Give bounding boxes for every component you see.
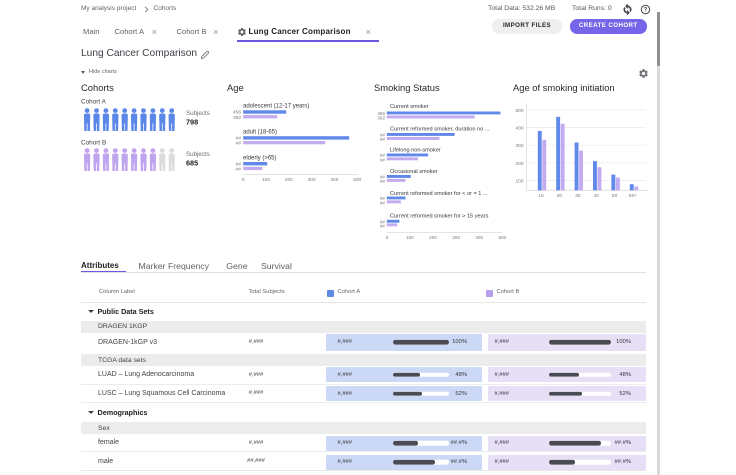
svg-text:##: ## xyxy=(380,224,386,229)
svg-text:##: ## xyxy=(236,161,242,167)
svg-text:Cohort A: Cohort A xyxy=(81,99,107,106)
svg-text:##: ## xyxy=(380,157,386,162)
svg-text:##: ## xyxy=(380,137,386,142)
svg-text:300: 300 xyxy=(452,235,460,240)
svg-text:Subjects: Subjects xyxy=(186,151,210,158)
svg-text:Current reformed smoker for >: Current reformed smoker for > 15 years xyxy=(390,214,489,220)
svg-text:400: 400 xyxy=(330,177,338,183)
svg-text:60+: 60+ xyxy=(629,193,637,199)
svg-text:Occasional smoker: Occasional smoker xyxy=(390,169,438,175)
svg-text:##: ## xyxy=(380,200,386,205)
svg-text:Smoking Status: Smoking Status xyxy=(374,82,440,93)
svg-text:elderly (>65): elderly (>65) xyxy=(243,155,277,161)
svg-text:500: 500 xyxy=(515,108,523,114)
svg-text:500: 500 xyxy=(353,177,361,183)
svg-text:adult (18-65): adult (18-65) xyxy=(243,130,277,136)
svg-text:200: 200 xyxy=(429,235,437,240)
svg-text:100: 100 xyxy=(406,235,414,240)
svg-text:40: 40 xyxy=(594,193,600,199)
svg-text:400: 400 xyxy=(515,126,523,132)
svg-text:300: 300 xyxy=(515,143,523,149)
svg-text:400: 400 xyxy=(475,235,483,240)
svg-text:30: 30 xyxy=(575,193,581,199)
svg-text:Current reformed smoker for <: Current reformed smoker for < or = 1 ... xyxy=(390,191,488,197)
svg-text:300: 300 xyxy=(308,177,316,183)
svg-text:685: 685 xyxy=(186,159,198,168)
svg-text:20: 20 xyxy=(557,193,563,199)
svg-text:0: 0 xyxy=(386,235,389,240)
svg-text:456: 456 xyxy=(233,110,241,116)
svg-text:Lifelong non-smoker: Lifelong non-smoker xyxy=(390,147,441,153)
svg-text:392: 392 xyxy=(233,115,241,121)
svg-text:adolescent (12-17 years): adolescent (12-17 years) xyxy=(243,104,309,110)
svg-text:Age of smoking initiation: Age of smoking initiation xyxy=(513,82,615,93)
svg-text:##: ## xyxy=(380,179,386,184)
svg-text:Age: Age xyxy=(227,82,244,93)
svg-text:Current reformed smoker, durat: Current reformed smoker, duration no ... xyxy=(390,127,490,133)
svg-text:798: 798 xyxy=(186,118,198,127)
svg-text:200: 200 xyxy=(515,161,523,167)
svg-text:50: 50 xyxy=(612,193,618,199)
svg-text:200: 200 xyxy=(285,177,293,183)
svg-text:0: 0 xyxy=(242,177,245,183)
svg-text:Current smoker: Current smoker xyxy=(390,104,429,110)
svg-text:10: 10 xyxy=(538,193,544,199)
svg-text:Cohorts: Cohorts xyxy=(81,82,114,93)
svg-text:100: 100 xyxy=(515,178,523,184)
svg-text:500: 500 xyxy=(498,235,506,240)
svg-text:392: 392 xyxy=(377,115,385,120)
svg-text:##: ## xyxy=(236,141,242,147)
svg-text:Cohort B: Cohort B xyxy=(81,140,106,147)
svg-text:100: 100 xyxy=(262,177,270,183)
svg-text:##: ## xyxy=(236,167,242,173)
svg-text:##: ## xyxy=(236,136,242,142)
svg-text:Subjects: Subjects xyxy=(186,110,210,117)
